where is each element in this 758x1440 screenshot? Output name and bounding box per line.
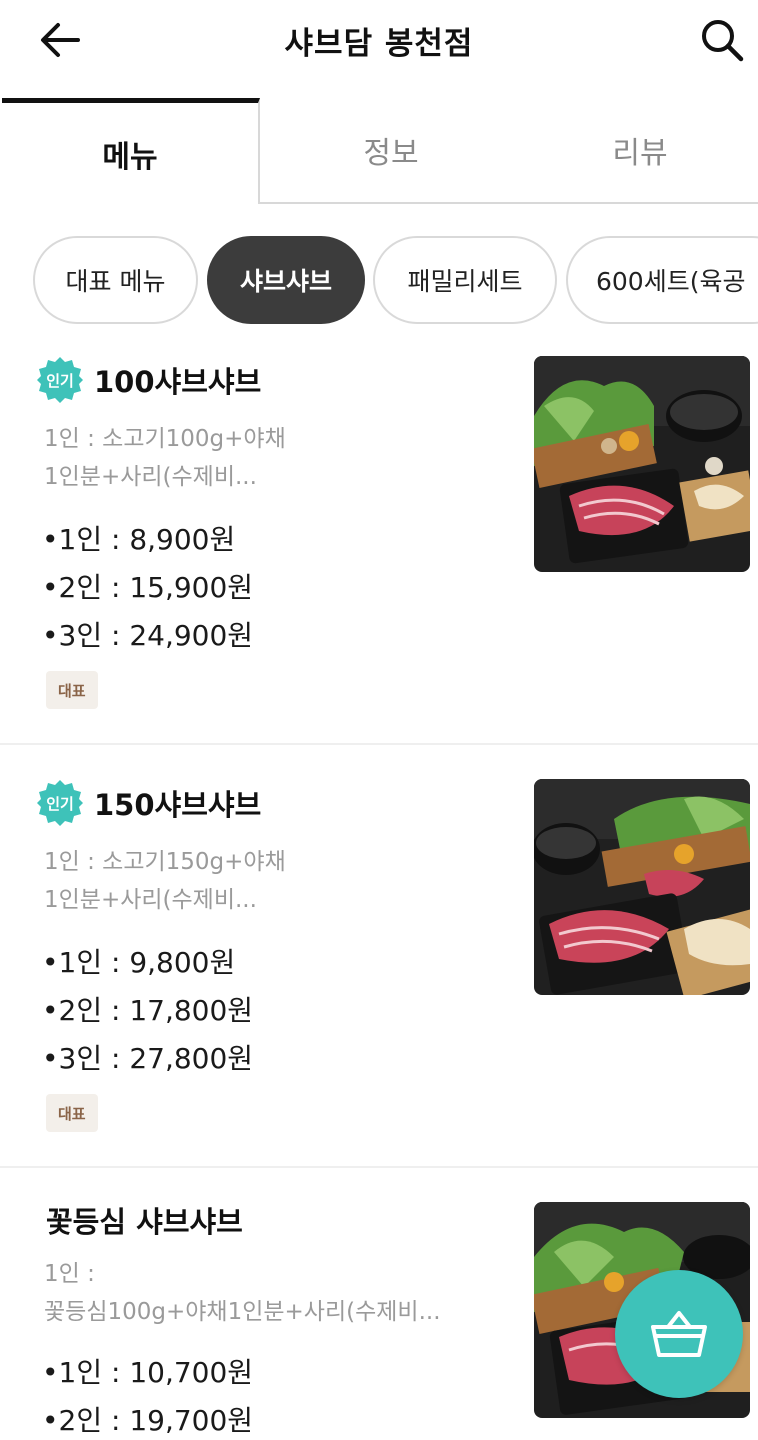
tab-menu[interactable]: 메뉴 — [2, 98, 260, 204]
tab-info[interactable]: 정보 — [260, 98, 522, 204]
page-title: 샤브담 봉천점 — [284, 26, 474, 62]
menu-item[interactable]: 인기 100샤브샤브 1인 : 소고기100g+야채 1인분+사리(수제비...… — [0, 340, 758, 745]
item-name: 150샤브샤브 — [94, 788, 262, 822]
popular-badge-label: 인기 — [46, 371, 74, 390]
item-name: 100샤브샤브 — [94, 365, 262, 399]
item-description: 1인 : 소고기150g+야채 1인분+사리(수제비... — [44, 843, 504, 919]
item-description-line: 1인 : 소고기100g+야채 — [44, 426, 286, 452]
item-description-line: 1인분+사리(수제비... — [44, 887, 257, 913]
item-description-line: 꽃등심100g+야채1인분+사리(수제비... — [44, 1299, 441, 1325]
chip-featured-menu[interactable]: 대표 메뉴 — [33, 236, 198, 324]
menu-item[interactable]: 인기 150샤브샤브 1인 : 소고기150g+야채 1인분+사리(수제비...… — [0, 763, 758, 1168]
price-line: •2인 : 17,800원 — [42, 994, 254, 1027]
item-description: 1인 : 소고기100g+야채 1인분+사리(수제비... — [44, 420, 504, 496]
category-chips: 대표 메뉴 샤브샤브 패밀리세트 600세트(육공 — [0, 236, 758, 324]
item-description-line: 1인분+사리(수제비... — [44, 464, 257, 490]
item-prices: •1인 : 8,900원 •2인 : 15,900원 •3인 : 24,900원 — [42, 516, 253, 660]
item-description: 1인 : 꽃등심100g+야채1인분+사리(수제비... — [44, 1255, 524, 1331]
price-line: •3인 : 24,900원 — [42, 619, 254, 652]
search-icon — [702, 20, 744, 62]
app-header: 샤브담 봉천점 — [0, 0, 758, 98]
item-prices: •1인 : 10,700원 •2인 : 19,700원 — [42, 1349, 253, 1440]
featured-tag: 대표 — [46, 1094, 98, 1132]
price-line: •2인 : 15,900원 — [42, 571, 254, 604]
item-description-line: 1인 : 소고기150g+야채 — [44, 849, 286, 875]
tab-bar: 메뉴 정보 리뷰 — [0, 98, 758, 204]
price-line: •1인 : 10,700원 — [42, 1356, 254, 1389]
price-line: •2인 : 19,700원 — [42, 1404, 254, 1437]
item-name: 꽃등심 샤브샤브 — [46, 1205, 243, 1239]
item-photo — [534, 356, 750, 572]
cart-button[interactable] — [615, 1270, 743, 1398]
price-line: •3인 : 27,800원 — [42, 1042, 254, 1075]
item-name-row: 꽃등심 샤브샤브 — [46, 1199, 243, 1241]
price-line: •1인 : 9,800원 — [42, 946, 236, 979]
price-line: •1인 : 8,900원 — [42, 523, 236, 556]
item-name-row: 인기 100샤브샤브 — [36, 356, 261, 404]
featured-tag: 대표 — [46, 671, 98, 709]
item-description-line: 1인 : — [44, 1261, 95, 1287]
item-prices: •1인 : 9,800원 •2인 : 17,800원 •3인 : 27,800원 — [42, 939, 253, 1083]
search-button[interactable] — [694, 14, 750, 66]
popular-badge: 인기 — [36, 356, 84, 404]
tab-review[interactable]: 리뷰 — [522, 98, 758, 204]
shopping-basket-icon — [651, 1311, 707, 1357]
chip-600-set[interactable]: 600세트(육공 — [566, 236, 758, 324]
chip-shabu-shabu[interactable]: 샤브샤브 — [207, 236, 365, 324]
chip-family-set[interactable]: 패밀리세트 — [373, 236, 557, 324]
popular-badge: 인기 — [36, 779, 84, 827]
popular-badge-label: 인기 — [46, 794, 74, 813]
item-name-row: 인기 150샤브샤브 — [36, 779, 261, 827]
item-photo — [534, 779, 750, 995]
